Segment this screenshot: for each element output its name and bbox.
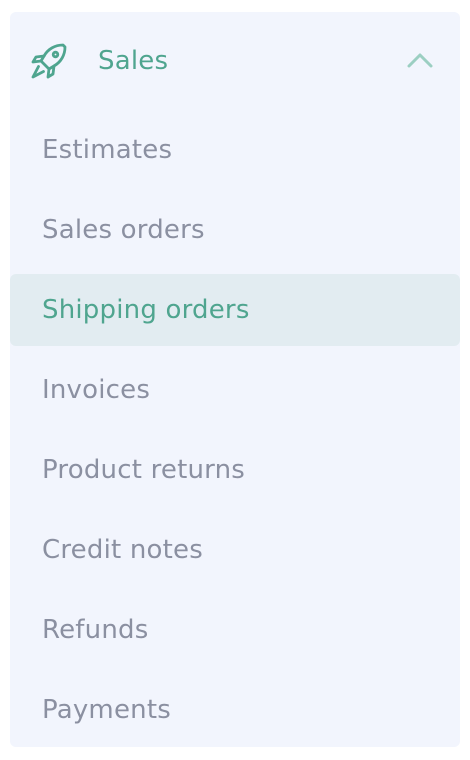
menu-item-label: Invoices [42,375,151,405]
rocket-icon [31,43,67,79]
menu-item-label: Credit notes [42,535,203,565]
menu-item-sales-orders[interactable]: Sales orders [10,194,460,266]
menu-item-label: Payments [42,695,171,725]
menu-item-invoices[interactable]: Invoices [10,354,460,426]
menu-item-refunds[interactable]: Refunds [10,594,460,666]
menu-item-label: Product returns [42,455,246,485]
menu-item-product-returns[interactable]: Product returns [10,434,460,506]
menu-item-label: Refunds [42,615,149,645]
sales-section-label: Sales [98,46,169,76]
menu-item-label: Estimates [42,135,173,165]
menu-item-credit-notes[interactable]: Credit notes [10,514,460,586]
sales-submenu: Estimates Sales orders Shipping orders I… [10,114,460,754]
sales-nav-panel: Sales Estimates Sales orders Shipping or… [10,12,460,747]
menu-item-label: Sales orders [42,215,205,245]
menu-item-label: Shipping orders [42,295,250,325]
menu-item-shipping-orders[interactable]: Shipping orders [10,274,460,346]
menu-item-estimates[interactable]: Estimates [10,114,460,186]
menu-item-payments[interactable]: Payments [10,674,460,746]
chevron-up-icon[interactable] [406,50,434,70]
sales-section-header[interactable]: Sales [10,12,460,108]
